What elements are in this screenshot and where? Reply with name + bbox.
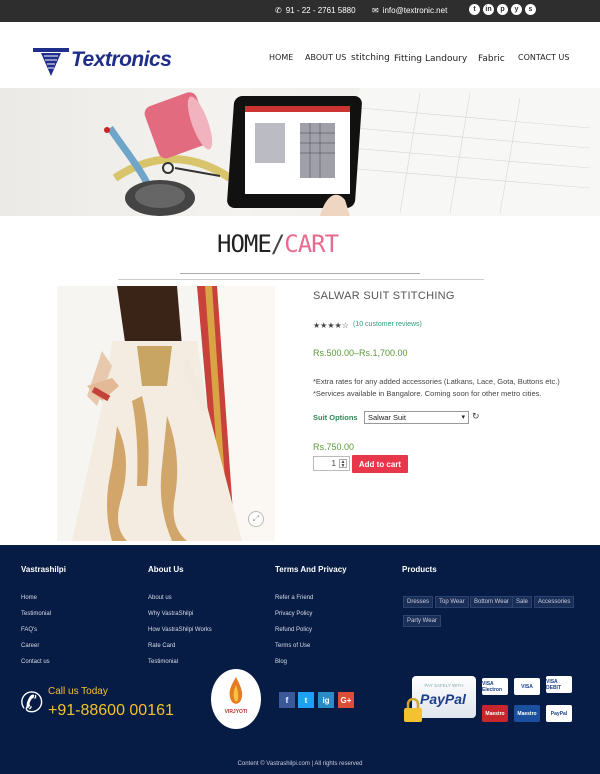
top-bar: ✆ 91 - 22 - 2761 5880 ✉ info@textronic.n… [0,0,600,22]
visa-electron-card-icon: VISA Electron [482,678,508,695]
flame-icon [229,677,243,704]
quantity-input[interactable]: 1 ▲ ▼ [313,456,350,471]
suit-options-value: Salwar Suit [368,413,406,422]
footer-link[interactable]: About us [148,595,172,601]
phone-icon: ✆ [275,6,282,15]
product-tag[interactable]: Sale [512,596,533,608]
reset-icon[interactable]: ↻ [472,411,480,422]
nav-about-us[interactable]: ABOUT US [305,53,346,62]
hero-banner [0,88,600,216]
paypal-card-icon: PayPal [546,705,572,722]
visa-card-icon: VISA [514,678,540,695]
quantity-stepper[interactable]: ▲ ▼ [339,459,347,469]
site-header: Textronics HOME ABOUT US stitching Fitti… [0,22,600,88]
page-title-area: HOME/CART [0,216,600,282]
google-plus-icon[interactable]: G+ [338,692,354,708]
product-tag[interactable]: Accessories [534,596,575,608]
page-title: HOME/CART [217,230,339,258]
breadcrumb-cart: CART [284,230,339,258]
footer-heading-about: About Us [148,565,184,574]
padlock-icon [404,698,422,722]
title-divider [180,273,420,274]
footer-link[interactable]: Why VastraShilpi [148,611,193,617]
product-tag[interactable]: Party Wear [403,615,441,627]
site-footer: Vastrashilpi Home Testimonial FAQ's Care… [0,545,600,774]
footer-link[interactable]: Blog [275,659,287,665]
rating-stars-icon: ★★★★☆ [313,321,349,330]
add-to-cart-button[interactable]: Add to cart [352,455,408,473]
nav-landoury[interactable]: Landoury [425,54,467,64]
nav-contact-us[interactable]: CONTACT US [518,53,569,62]
call-us-label: Call us Today [48,686,108,697]
footer-heading-products: Products [402,565,437,574]
footer-link[interactable]: How VastraShilpi Works [148,627,212,633]
title-divider-2 [118,279,484,280]
footer-link[interactable]: Rate Card [148,643,175,649]
call-us-number[interactable]: +91-88600 00161 [48,702,174,720]
visa-debit-card-icon: VISA DEBIT [546,676,572,693]
breadcrumb-home[interactable]: HOME [217,230,272,258]
banner-image [104,88,600,216]
product-title: SALWAR SUIT STITCHING [313,290,455,302]
pinterest-icon[interactable]: p [497,4,508,15]
topbar-phone-number: 91 - 22 - 2761 5880 [285,6,356,15]
topbar-social: t in p y s [469,4,536,15]
breadcrumb-separator: / [270,230,285,258]
topbar-email[interactable]: ✉ info@textronic.net [372,6,447,15]
topbar-phone[interactable]: ✆ 91 - 22 - 2761 5880 [275,6,356,15]
paypal-safe-text: PAY SAFELY WITH [424,683,464,688]
topbar-email-address: info@textronic.net [382,6,448,15]
footer-link[interactable]: Contact us [21,659,50,665]
facebook-icon[interactable]: f [279,692,295,708]
note-line-2: *Services available in Bangalore. Coming… [313,389,542,398]
zoom-icon[interactable]: ⤢ [248,511,264,527]
chevron-down-icon: ▾ [461,414,465,421]
product-image[interactable] [57,286,275,541]
suit-options-select[interactable]: Salwar Suit ▾ [364,411,469,424]
product-section: ⤢ SALWAR SUIT STITCHING ★★★★☆ (10 custom… [0,282,600,544]
footer-link[interactable]: Terms of Use [275,643,310,649]
footer-link[interactable]: Career [21,643,39,649]
product-tag[interactable]: Top Wear [435,596,469,608]
variant-price: Rs.750.00 [313,442,355,452]
quantity-value: 1 [331,459,336,468]
linkedin-icon[interactable]: in [483,4,494,15]
footer-link[interactable]: Testimonial [148,659,178,665]
main-nav: HOME ABOUT US stitching Fitting Landoury… [0,22,600,88]
footer-link[interactable]: Refer a Friend [275,595,313,601]
twitter-icon[interactable]: t [469,4,480,15]
product-tag[interactable]: Dresses [403,596,434,608]
footer-heading-vastrashilpi: Vastrashilpi [21,565,66,574]
nav-stitching[interactable]: stitching [351,53,390,63]
nav-fitting[interactable]: Fitting [394,54,422,64]
maestro-card-icon: Maestro [482,705,508,722]
salwar-suit-image [57,286,275,541]
footer-link[interactable]: Home [21,595,37,601]
maestro-blue-card-icon: Maestro [514,705,540,722]
nav-home[interactable]: HOME [269,53,293,62]
footer-link[interactable]: Privacy Policy [275,611,312,617]
footer-heading-terms: Terms And Privacy [275,565,347,574]
footer-link[interactable]: Testimonial [21,611,51,617]
note-line-1: *Extra rates for any added accessories (… [313,377,560,386]
reviews-link[interactable]: (10 customer reviews) [353,321,422,328]
price-range: Rs.500.00–Rs.1,700.00 [313,348,408,358]
product-notes: *Extra rates for any added accessories (… [313,376,593,400]
yelp-icon[interactable]: y [511,4,522,15]
brand-logo[interactable]: VIRJYOTI [211,669,261,729]
brand-name: VIRJYOTI [224,709,248,715]
copyright: Content © Vastrashilpi.com | All rights … [237,761,363,767]
paypal-logo-text: PayPal [420,691,466,707]
footer-link[interactable]: FAQ's [21,627,37,633]
mail-icon: ✉ [372,6,379,15]
suit-options-label: Suit Options [313,413,358,422]
nav-fabric[interactable]: Fabric [478,54,505,64]
instagram-icon[interactable]: ig [318,692,334,708]
phone-handset-icon: ✆ [20,687,44,718]
product-tag[interactable]: Bottom Wear [470,596,513,608]
twitter-icon[interactable]: t [298,692,314,708]
skype-icon[interactable]: s [525,4,536,15]
footer-link[interactable]: Refund Policy [275,627,312,633]
